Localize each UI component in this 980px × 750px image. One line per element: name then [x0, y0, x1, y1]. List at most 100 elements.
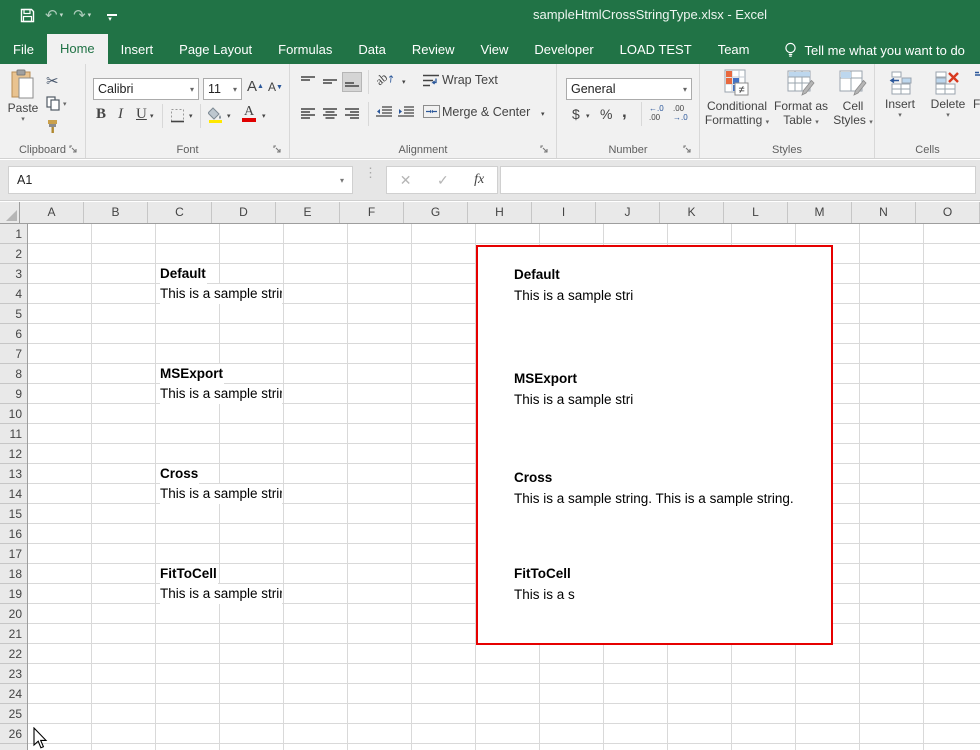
- align-center-icon[interactable]: [320, 104, 340, 124]
- font-dialog-launcher-icon[interactable]: [273, 145, 283, 155]
- column-header-c[interactable]: C: [148, 202, 212, 223]
- middle-align-icon[interactable]: [320, 72, 340, 92]
- row-header-15[interactable]: 15: [0, 504, 27, 524]
- row-header-22[interactable]: 22: [0, 644, 27, 664]
- row-header-24[interactable]: 24: [0, 684, 27, 704]
- column-header-b[interactable]: B: [84, 202, 148, 223]
- cell-c3[interactable]: Default: [160, 264, 207, 284]
- row-header-10[interactable]: 10: [0, 404, 27, 424]
- row-header-20[interactable]: 20: [0, 604, 27, 624]
- select-all-corner[interactable]: [0, 202, 20, 223]
- row-header-4[interactable]: 4: [0, 284, 27, 304]
- cell-c19[interactable]: This is a sample string. This is a sampl…: [160, 584, 282, 604]
- cell-c9[interactable]: This is a sample string. This is a sampl…: [160, 384, 282, 404]
- row-header-16[interactable]: 16: [0, 524, 27, 544]
- column-header-h[interactable]: H: [468, 202, 532, 223]
- cell-c18[interactable]: FitToCell: [160, 564, 218, 584]
- wrap-text-icon[interactable]: [423, 74, 439, 87]
- cut-icon[interactable]: ✂: [46, 72, 59, 90]
- cell-c4[interactable]: This is a sample string. This is a sampl…: [160, 284, 282, 304]
- bold-button[interactable]: B: [96, 106, 106, 123]
- underline-dropdown-icon[interactable]: ▾: [150, 112, 154, 120]
- format-cells-button[interactable]: Format: [973, 67, 980, 111]
- borders-dropdown-icon[interactable]: ▾: [189, 112, 193, 120]
- tab-home[interactable]: Home: [47, 34, 108, 64]
- row-header-25[interactable]: 25: [0, 704, 27, 724]
- row-header-21[interactable]: 21: [0, 624, 27, 644]
- conditional-formatting-button[interactable]: ≠ Conditional Formatting ▾: [704, 67, 770, 130]
- row-header-26[interactable]: 26: [0, 724, 27, 744]
- insert-cells-button[interactable]: Insert ▾: [877, 67, 923, 119]
- align-left-icon[interactable]: [298, 104, 318, 124]
- undo-button[interactable]: ↶▾: [45, 8, 63, 23]
- row-header-8[interactable]: 8: [0, 364, 27, 384]
- tab-data[interactable]: Data: [345, 36, 398, 64]
- column-header-n[interactable]: N: [852, 202, 916, 223]
- font-size-select[interactable]: 11▾: [203, 78, 242, 100]
- name-box-dropdown-icon[interactable]: ▾: [340, 176, 344, 185]
- tab-load-test[interactable]: LOAD TEST: [607, 36, 705, 64]
- row-header-2[interactable]: 2: [0, 244, 27, 264]
- cell-c8[interactable]: MSExport: [160, 364, 224, 384]
- format-as-table-button[interactable]: Format as Table ▾: [770, 67, 832, 130]
- formula-bar-resizer[interactable]: ⋮: [364, 169, 377, 176]
- currency-dropdown-icon[interactable]: ▾: [586, 112, 590, 120]
- copy-icon[interactable]: ▾: [46, 96, 67, 111]
- borders-icon[interactable]: [170, 108, 185, 123]
- shrink-font-button[interactable]: A▼: [268, 80, 283, 94]
- row-header-7[interactable]: 7: [0, 344, 27, 364]
- column-header-e[interactable]: E: [276, 202, 340, 223]
- row-header-11[interactable]: 11: [0, 424, 27, 444]
- italic-button[interactable]: I: [118, 106, 123, 123]
- column-header-o[interactable]: O: [916, 202, 980, 223]
- column-header-j[interactable]: J: [596, 202, 660, 223]
- column-header-i[interactable]: I: [532, 202, 596, 223]
- row-header-17[interactable]: 17: [0, 544, 27, 564]
- cell-styles-button[interactable]: Cell Styles ▾: [832, 67, 874, 130]
- column-header-m[interactable]: M: [788, 202, 852, 223]
- underline-button[interactable]: U: [136, 106, 147, 123]
- tab-review[interactable]: Review: [399, 36, 468, 64]
- column-header-g[interactable]: G: [404, 202, 468, 223]
- undo-dropdown-icon[interactable]: ▾: [60, 11, 64, 19]
- cancel-icon[interactable]: ✕: [400, 172, 412, 189]
- bottom-align-icon[interactable]: [342, 72, 362, 92]
- redo-dropdown-icon[interactable]: ▾: [88, 11, 92, 19]
- column-header-a[interactable]: A: [20, 202, 84, 223]
- tab-formulas[interactable]: Formulas: [265, 36, 345, 64]
- number-dialog-launcher-icon[interactable]: [683, 145, 693, 155]
- cell-c14[interactable]: This is a sample string. This is a sampl…: [160, 484, 282, 504]
- insert-dropdown-icon[interactable]: ▾: [877, 111, 923, 119]
- save-icon[interactable]: [20, 8, 35, 23]
- paste-button[interactable]: Paste ▾: [4, 67, 42, 123]
- delete-dropdown-icon[interactable]: ▾: [925, 111, 971, 119]
- currency-button[interactable]: $: [572, 106, 580, 122]
- row-header-9[interactable]: 9: [0, 384, 27, 404]
- row-header-1[interactable]: 1: [0, 224, 27, 244]
- percent-style-button[interactable]: %: [600, 106, 612, 122]
- column-header-f[interactable]: F: [340, 202, 404, 223]
- merge-center-label[interactable]: Merge & Center: [442, 105, 530, 119]
- font-color-icon[interactable]: A: [242, 106, 256, 122]
- merge-center-dropdown-icon[interactable]: ▾: [541, 110, 545, 118]
- conditional-formatting-dropdown-icon[interactable]: ▾: [766, 119, 770, 126]
- grow-font-button[interactable]: A▲: [247, 78, 264, 95]
- increase-decimal-button[interactable]: ←.0 .00: [649, 104, 664, 122]
- name-box[interactable]: A1 ▾: [8, 166, 353, 194]
- top-align-icon[interactable]: [298, 72, 318, 92]
- format-painter-icon[interactable]: [46, 119, 61, 134]
- wrap-text-label[interactable]: Wrap Text: [442, 73, 498, 87]
- format-as-table-dropdown-icon[interactable]: ▾: [815, 119, 819, 126]
- number-format-select[interactable]: General▾: [566, 78, 692, 100]
- row-header-19[interactable]: 19: [0, 584, 27, 604]
- decrease-indent-icon[interactable]: [376, 106, 392, 118]
- merge-center-icon[interactable]: [423, 105, 440, 118]
- column-header-d[interactable]: D: [212, 202, 276, 223]
- fill-color-dropdown-icon[interactable]: ▾: [227, 112, 231, 120]
- cell-c13[interactable]: Cross: [160, 464, 199, 484]
- align-right-icon[interactable]: [342, 104, 362, 124]
- delete-cells-button[interactable]: Delete ▾: [925, 67, 971, 119]
- column-header-l[interactable]: L: [724, 202, 788, 223]
- copy-dropdown-icon[interactable]: ▾: [63, 100, 67, 108]
- tab-developer[interactable]: Developer: [521, 36, 606, 64]
